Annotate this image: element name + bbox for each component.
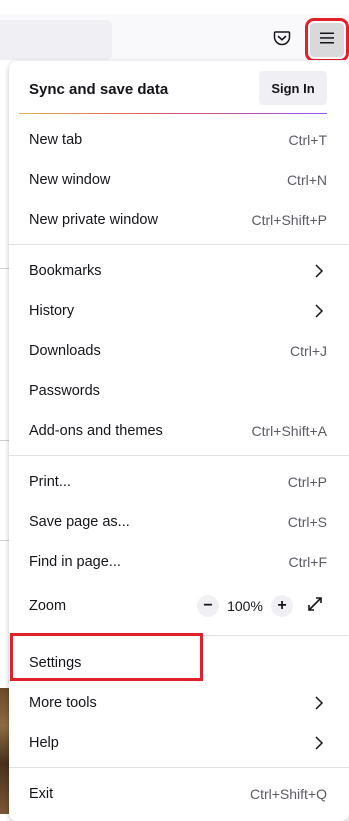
menu-item-label: Help [29, 735, 59, 751]
menu-item-shortcut: Ctrl+Shift+P [251, 212, 327, 228]
menu-item-label: Add-ons and themes [29, 423, 163, 439]
menu-item-label: New window [29, 172, 111, 188]
menu-item-bookmarks[interactable]: Bookmarks [29, 251, 327, 291]
menu-item-shortcut: Ctrl+F [288, 554, 328, 570]
url-bar[interactable] [0, 20, 112, 60]
fullscreen-button[interactable] [303, 594, 327, 618]
menu-item-new-tab[interactable]: New tab Ctrl+T [29, 120, 327, 160]
chevron-right-icon [311, 695, 327, 711]
menu-item-label: Find in page... [29, 554, 121, 570]
menu-item-shortcut: Ctrl+Shift+A [251, 423, 327, 439]
menu-item-label: Bookmarks [29, 263, 102, 279]
menu-item-save-page-as[interactable]: Save page as... Ctrl+S [29, 502, 327, 542]
menu-item-label: History [29, 303, 75, 319]
menu-divider [9, 767, 349, 768]
settings-highlight-box [10, 633, 203, 681]
zoom-in-button[interactable]: + [271, 595, 293, 617]
menu-item-downloads[interactable]: Downloads Ctrl+J [29, 331, 327, 371]
menu-item-zoom: Zoom − 100% + [29, 586, 327, 626]
menu-item-more-tools[interactable]: More tools [29, 683, 327, 723]
sync-divider [19, 113, 327, 114]
menu-item-print[interactable]: Print... Ctrl+P [29, 462, 327, 502]
zoom-out-button[interactable]: − [197, 595, 219, 617]
hamburger-menu-icon [319, 31, 335, 50]
menu-item-shortcut: Ctrl+N [286, 172, 327, 188]
chevron-right-icon [311, 735, 327, 751]
menu-item-passwords[interactable]: Passwords [29, 371, 327, 411]
menu-item-label: Exit [29, 786, 54, 802]
menu-item-label: Save page as... [29, 514, 130, 530]
fullscreen-icon [307, 596, 323, 616]
menu-item-help[interactable]: Help [29, 723, 327, 763]
app-menu-panel: Sync and save data Sign In New tab Ctrl+… [9, 61, 349, 821]
menu-item-new-window[interactable]: New window Ctrl+N [29, 160, 327, 200]
sync-title: Sync and save data [29, 80, 169, 98]
menu-item-label: New private window [29, 212, 158, 228]
menu-item-exit[interactable]: Exit Ctrl+Shift+Q [29, 774, 327, 814]
sign-in-button[interactable]: Sign In [259, 71, 327, 105]
menu-divider [9, 244, 349, 245]
menu-item-new-private-window[interactable]: New private window Ctrl+Shift+P [29, 200, 327, 240]
pocket-button[interactable] [265, 23, 299, 57]
chevron-right-icon [311, 263, 327, 279]
menu-item-shortcut: Ctrl+Shift+Q [249, 786, 327, 802]
chevron-right-icon [311, 303, 327, 319]
menu-item-label: Downloads [29, 343, 101, 359]
window-top-strip [0, 0, 349, 14]
menu-item-label: More tools [29, 695, 97, 711]
menu-item-label: Passwords [29, 383, 100, 399]
menu-item-label: New tab [29, 132, 83, 148]
menu-item-addons-and-themes[interactable]: Add-ons and themes Ctrl+Shift+A [29, 411, 327, 451]
menu-item-shortcut: Ctrl+T [288, 132, 328, 148]
menu-item-shortcut: Ctrl+S [287, 514, 327, 530]
app-menu-button[interactable] [305, 18, 349, 62]
zoom-level[interactable]: 100% [219, 598, 271, 614]
menu-item-history[interactable]: History [29, 291, 327, 331]
menu-item-shortcut: Ctrl+P [287, 474, 327, 490]
pocket-icon [273, 29, 291, 52]
menu-divider [9, 455, 349, 456]
menu-item-label: Print... [29, 474, 71, 490]
zoom-label: Zoom [29, 598, 67, 614]
menu-item-find-in-page[interactable]: Find in page... Ctrl+F [29, 542, 327, 582]
zoom-controls: − 100% + [197, 594, 327, 618]
menu-item-shortcut: Ctrl+J [290, 343, 327, 359]
